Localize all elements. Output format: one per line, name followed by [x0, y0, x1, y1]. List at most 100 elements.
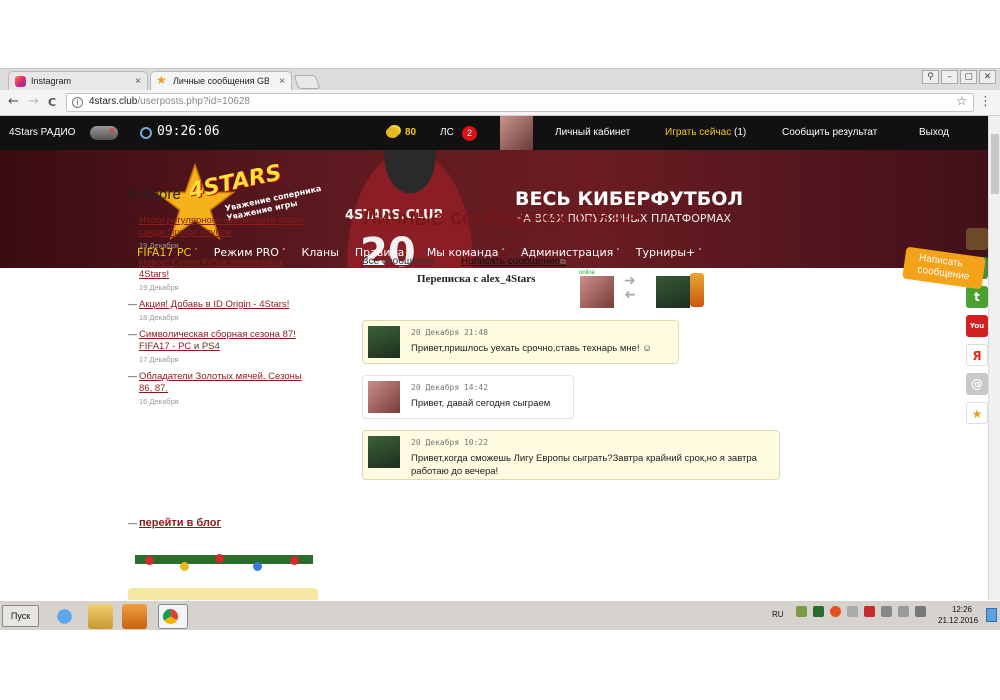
tray-icon[interactable]	[864, 606, 875, 617]
maximize-button[interactable]: ▢	[960, 70, 977, 84]
forward-button[interactable]: →	[28, 94, 39, 109]
media-player-icon[interactable]	[122, 604, 147, 629]
start-button[interactable]: Пуск	[2, 605, 39, 627]
minimize-button[interactable]: –	[941, 70, 958, 84]
tab-private-messages[interactable]: ★ Личные сообщения GBale ×	[150, 71, 292, 91]
blog-item: Символическая сборная сезона 87! FIFA17 …	[128, 329, 313, 364]
show-desktop-button[interactable]	[986, 608, 997, 622]
sender-avatar[interactable]	[368, 326, 400, 358]
conversation-title: Переписка с alex_4Stars	[417, 273, 536, 285]
close-tab-icon[interactable]: ×	[135, 72, 141, 91]
chrome-icon[interactable]	[158, 604, 188, 629]
rank-badge-icon	[690, 273, 704, 307]
coins-icon	[386, 127, 399, 138]
browser-menu-icon[interactable]: ⋮	[979, 94, 992, 109]
ornament	[215, 554, 224, 563]
logout-link[interactable]: Выход	[919, 127, 949, 138]
blog-post-date: 19 Декабря	[139, 241, 179, 250]
radio-toggle[interactable]	[90, 126, 118, 140]
mail-icon[interactable]: @	[966, 373, 988, 395]
ornament	[253, 562, 262, 571]
tray-icon[interactable]	[830, 606, 841, 617]
ornament	[290, 556, 299, 565]
nav-label: Турниры+	[635, 246, 696, 259]
tray-icon[interactable]	[847, 606, 858, 617]
twitter-icon[interactable]: t	[966, 286, 988, 308]
messages-count-badge[interactable]: 2	[462, 126, 477, 141]
sender-avatar[interactable]	[368, 436, 400, 468]
blog-post-link[interactable]: Акция! Добавь в ID Origin - 4Stars!	[139, 299, 313, 311]
instagram-icon	[15, 76, 26, 87]
hat-icon[interactable]	[966, 228, 988, 250]
sender-avatar[interactable]	[368, 381, 400, 413]
blog-post-date: 19 Декабря	[139, 283, 179, 292]
star-icon[interactable]: ★	[966, 402, 988, 424]
play-now-link[interactable]: Играть сейчас (1)	[665, 127, 746, 138]
partner-avatar[interactable]	[656, 276, 690, 308]
report-result-link[interactable]: Сообщить результат	[782, 127, 877, 138]
christmas-garland	[135, 544, 313, 580]
volume-icon[interactable]	[915, 606, 926, 617]
profile-icon[interactable]: ⚲	[922, 70, 939, 84]
page-viewport: 4Stars РАДИО 09:26:06 80 ЛС 2 Личный каб…	[0, 116, 988, 600]
yandex-icon[interactable]: Я	[966, 344, 988, 366]
write-message-label: Написать сообщение	[461, 256, 561, 267]
network-icon[interactable]	[898, 606, 909, 617]
url-host: 4stars.club	[89, 96, 138, 107]
explorer-icon[interactable]	[88, 604, 113, 629]
ie-icon[interactable]	[52, 604, 77, 629]
site-top-bar: 4Stars РАДИО 09:26:06 80 ЛС 2 Личный каб…	[0, 116, 988, 150]
back-button[interactable]: ←	[8, 94, 19, 109]
message-date: 20 Декабря 21:48	[411, 328, 489, 337]
close-window-button[interactable]: ✕	[979, 70, 996, 84]
nav-tournaments[interactable]: Турниры+ ˅	[636, 246, 702, 259]
blog-item: Акция! Добавь в ID Origin - 4Stars! 18 Де…	[128, 299, 313, 322]
promo-box	[128, 588, 318, 600]
address-bar[interactable]: i 4stars.club/userposts.php?id=10628 ☆	[66, 93, 974, 112]
tray-icon[interactable]	[796, 606, 807, 617]
radio-label: 4Stars РАДИО	[9, 127, 76, 138]
blog-post-link[interactable]: Новое! Супер Кубок чемпионата 4Stars!	[139, 257, 313, 281]
bookmark-star-icon[interactable]: ☆	[956, 94, 967, 108]
go-to-blog-link[interactable]: перейти в блог	[128, 517, 221, 529]
swap-arrows-icon: ➜ ➜	[624, 273, 636, 303]
blog-title: В блоге	[128, 186, 181, 203]
scrollbar-thumb[interactable]	[991, 134, 999, 194]
browser-tab-strip: Instagram × ★ Личные сообщения GBale × ⚲…	[0, 68, 1000, 91]
tray-icon[interactable]	[813, 606, 824, 617]
tray-clock-date[interactable]: 21.12.2016	[938, 616, 978, 625]
all-messages-link[interactable]: Все сообщения	[362, 256, 434, 267]
youtube-icon[interactable]: You	[966, 315, 988, 337]
chevron-down-icon: ˅	[616, 248, 620, 256]
close-tab-icon[interactable]: ×	[279, 72, 285, 91]
clock-icon	[140, 127, 152, 139]
ornament	[180, 562, 189, 571]
blog-item: Итоги регулярного чемпионата 4stars сред…	[128, 215, 313, 250]
reload-button[interactable]: C	[48, 96, 56, 109]
blog-post-date: 16 Декабря	[139, 397, 179, 406]
tab-instagram[interactable]: Instagram ×	[8, 71, 148, 91]
blog-post-link[interactable]: Обладатели Золотых мячей. Сезоны 86, 87.	[139, 371, 313, 395]
blog-list: Итоги регулярного чемпионата 4stars сред…	[128, 215, 313, 413]
info-icon[interactable]: i	[72, 97, 83, 108]
browser-toolbar: ← → C i 4stars.club/userposts.php?id=106…	[0, 90, 1000, 116]
write-message-link[interactable]: Написать сообщение⧉	[461, 256, 566, 267]
chevron-down-icon: ˅	[407, 248, 411, 256]
blog-post-date: 17 Декабря	[139, 355, 179, 364]
language-indicator[interactable]: RU	[772, 610, 784, 619]
tray-clock-time[interactable]: 12:26	[948, 605, 976, 614]
page-scrollbar[interactable]	[988, 116, 1000, 600]
message-date: 20 Декабря 14:42	[411, 383, 489, 392]
blog-post-link[interactable]: Итоги регулярного чемпионата 4stars сред…	[139, 215, 313, 239]
my-avatar[interactable]	[580, 276, 614, 308]
url-text[interactable]: 4stars.club/userposts.php?id=10628	[89, 96, 250, 107]
server-time: 09:26:06	[157, 124, 220, 139]
private-messages-link[interactable]: ЛС	[440, 127, 454, 138]
chevron-down-icon: ˅	[698, 248, 702, 256]
cabinet-link[interactable]: Личный кабинет	[555, 127, 630, 138]
user-avatar[interactable]	[500, 116, 533, 150]
tab-title: Instagram	[31, 76, 72, 86]
new-tab-button[interactable]	[293, 75, 321, 89]
blog-post-link[interactable]: Символическая сборная сезона 87! FIFA17 …	[139, 329, 313, 353]
flag-icon[interactable]	[881, 606, 892, 617]
